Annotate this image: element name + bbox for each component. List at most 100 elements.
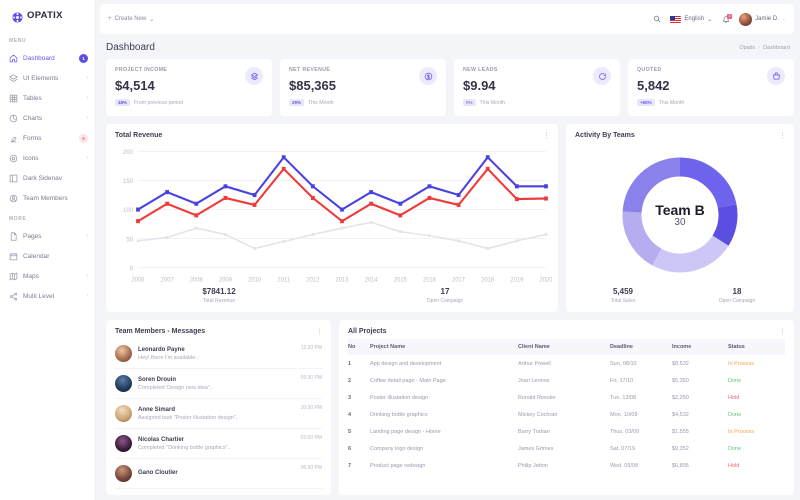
avatar — [115, 435, 132, 452]
list-item[interactable]: Gano Cloutier06:30 PM — [115, 459, 322, 489]
form-icon — [9, 134, 18, 143]
breadcrumb-root[interactable]: Opatix — [739, 45, 755, 51]
sidebar-item-icons[interactable]: Icons › — [0, 148, 95, 168]
cell-deadline: Wed, 09/08 — [610, 457, 672, 474]
sidebar-item-dashboard[interactable]: Dashboard 1 — [0, 48, 95, 68]
avatar — [115, 465, 132, 482]
sidebar-item-maps[interactable]: Maps › — [0, 266, 95, 286]
messages-list: Leonardo PayneHey! there I'm available..… — [106, 339, 331, 489]
cell-project-name: Drinking bottle graphics — [370, 406, 518, 423]
sidebar-item-label: Maps — [23, 273, 81, 280]
projects-table: NoProject NameClient NameDeadlineIncomeS… — [348, 339, 785, 474]
cell-client-name: Joan Lennox — [518, 372, 610, 389]
dashboard-content: PROJECT INCOME $4,514 48% From previous … — [96, 59, 800, 500]
atom-logo-icon — [12, 10, 23, 21]
table-row[interactable]: 2Coffee detail page - Main PageJoan Lenn… — [348, 372, 785, 389]
message-preview: Hey! there I'm available.. — [138, 355, 295, 361]
sidebar-item-label: Charts — [23, 115, 81, 122]
footer-stat: 18 Open Campaign — [680, 287, 794, 304]
footer-stat: 17 Open Campaign — [332, 287, 558, 304]
message-sender: Anne Simard — [138, 407, 295, 413]
sidebar-item-team-members[interactable]: Team Members — [0, 188, 95, 208]
footer-stat: $7841.12 Total Revenue — [106, 287, 332, 304]
table-row[interactable]: 7Product page redesignPhilip JettonWed, … — [348, 457, 785, 474]
message-body: Soren DrouinCompleted 'Design new idea".… — [138, 377, 295, 391]
sidebar-item-ui-elements[interactable]: UI Elements › — [0, 68, 95, 88]
users-icon — [9, 194, 18, 203]
calendar-icon — [9, 252, 18, 261]
cell-project-name: Company logo design — [370, 440, 518, 457]
sidebar: OPATIX MENU Dashboard 1 UI Elements › Ta… — [0, 0, 96, 500]
revenue-footer: $7841.12 Total Revenue 17 Open Campaign — [106, 287, 558, 312]
svg-text:2006: 2006 — [132, 277, 146, 283]
kebab-menu-icon[interactable]: ⋯ — [315, 328, 322, 335]
list-item[interactable]: Soren DrouinCompleted 'Design new idea".… — [115, 369, 322, 399]
list-item[interactable]: Nicolas ChartierCompleted "Drinking bott… — [115, 429, 322, 459]
stat-percent-badge: +60% — [637, 99, 655, 106]
table-row[interactable]: 5Landing page design - HomeBarry TrahanT… — [348, 423, 785, 440]
main-area: + Create New ⌄ English ⌄ 4 Jamie D. ⌄ Da… — [96, 0, 800, 500]
table-row[interactable]: 6Company logo designJames GrimesSat, 07/… — [348, 440, 785, 457]
sidebar-item-tables[interactable]: Tables › — [0, 88, 95, 108]
stat-subtext: This Month — [480, 100, 506, 106]
status-badge: Hold — [728, 457, 785, 474]
bell-icon[interactable]: 4 — [720, 14, 731, 25]
chevron-down-icon: ⌄ — [707, 16, 712, 23]
table-row[interactable]: 3Poster illustation designRonald Roesler… — [348, 389, 785, 406]
footer-value: $7841.12 — [106, 287, 332, 296]
map-icon — [9, 272, 18, 281]
svg-text:2011: 2011 — [277, 277, 290, 283]
sidebar-item-pages[interactable]: Pages › — [0, 226, 95, 246]
create-new-button[interactable]: + Create New ⌄ — [108, 16, 154, 23]
kebab-menu-icon[interactable]: ⋯ — [778, 328, 785, 335]
breadcrumb-current: Dashboard — [763, 45, 790, 51]
kebab-menu-icon[interactable]: ⋯ — [542, 132, 549, 139]
message-time: 02:00 PM — [301, 435, 322, 441]
sidebar-item-multi-level[interactable]: Multi Level › — [0, 286, 95, 306]
svg-text:0: 0 — [130, 265, 134, 272]
sidebar-item-forms[interactable]: Forms 6 — [0, 128, 95, 148]
svg-text:2012: 2012 — [306, 277, 320, 283]
search-icon[interactable] — [651, 14, 662, 25]
column-header: Status — [728, 339, 785, 355]
panel-header: Activity By Teams ⋯ — [566, 124, 794, 143]
table-head: NoProject NameClient NameDeadlineIncomeS… — [348, 339, 785, 355]
cell-income: $8,532 — [672, 355, 728, 372]
message-preview: Assigned task "Poster illustation design… — [138, 415, 295, 421]
kebab-menu-icon[interactable]: ⋯ — [778, 132, 785, 139]
table-row[interactable]: 4Drinking bottle graphicsMickey CochranM… — [348, 406, 785, 423]
brand-logo-area[interactable]: OPATIX — [0, 0, 95, 30]
svg-text:150: 150 — [123, 178, 134, 185]
sidebar-item-label: Calendar — [23, 253, 88, 260]
cell-income: $9,352 — [672, 440, 728, 457]
stat-value: $85,365 — [289, 78, 336, 93]
svg-text:2007: 2007 — [161, 277, 175, 283]
cell-income: $6,895 — [672, 457, 728, 474]
topbar: + Create New ⌄ English ⌄ 4 Jamie D. ⌄ — [100, 4, 794, 34]
stat-footer: 48% From previous period — [115, 99, 183, 106]
create-new-label: Create New — [115, 16, 147, 22]
list-item[interactable]: Anne Simard Assigned task "Poster illusta… — [115, 399, 322, 429]
panel-header: All Projects ⋯ — [339, 320, 794, 339]
column-header: No — [348, 339, 370, 355]
sidebar-item-charts[interactable]: Charts › — [0, 108, 95, 128]
cell-client-name: Philip Jetton — [518, 457, 610, 474]
message-sender: Gano Cloutier — [138, 470, 295, 476]
sidebar-item-calendar[interactable]: Calendar — [0, 246, 95, 266]
page-title: Dashboard — [106, 42, 155, 53]
table-row[interactable]: 1App design and developmentArthur Powell… — [348, 355, 785, 372]
language-selector[interactable]: English ⌄ — [670, 16, 712, 23]
sidebar-item-dark-sidenav[interactable]: Dark Sidenav — [0, 168, 95, 188]
list-item[interactable]: Leonardo PayneHey! there I'm available..… — [115, 339, 322, 369]
cell-deadline: Mon, 10/09 — [610, 406, 672, 423]
svg-text:200: 200 — [123, 149, 134, 156]
stat-value: $9.94 — [463, 78, 505, 93]
cell-project-name: Landing page design - Home — [370, 423, 518, 440]
footer-label: Open Campaign — [332, 298, 558, 304]
message-sender: Nicolas Chartier — [138, 437, 295, 443]
cell-client-name: Barry Trahan — [518, 423, 610, 440]
box-stack-icon — [245, 67, 263, 85]
user-menu[interactable]: Jamie D. ⌄ — [739, 13, 786, 26]
cell-client-name: Ronald Roesler — [518, 389, 610, 406]
footer-label: Total Revenue — [106, 298, 332, 304]
